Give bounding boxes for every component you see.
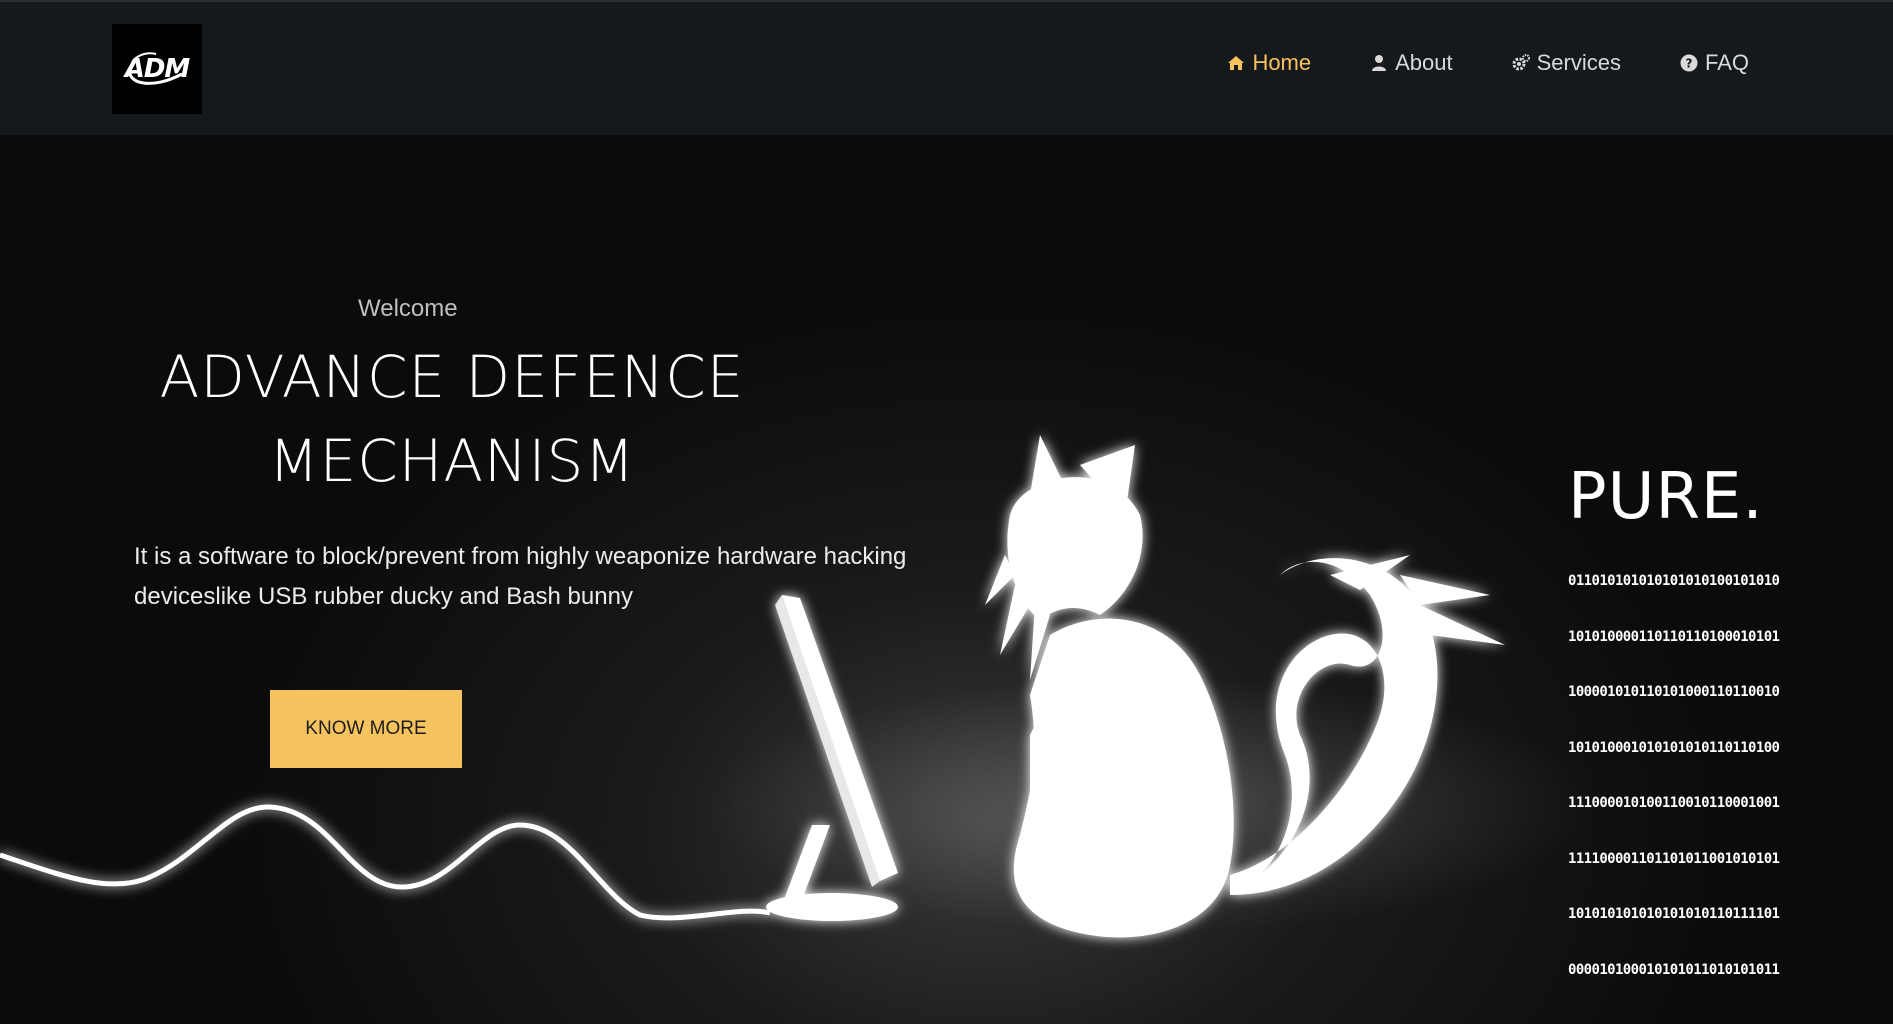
nav-services-label: Services [1536,50,1621,75]
binary-line: 000010100010101011010101011 [1568,961,1780,978]
nav-faq-label: FAQ [1704,50,1749,75]
hero-title-line-2: MECHANISM [268,427,636,495]
binary-line: 100001010110101000110110010 [1568,684,1780,700]
hero-section: Welcome ADVANCE DEFENCE MECHANISM It is … [0,135,1893,1024]
user-icon [1372,55,1387,71]
monitor [766,595,898,921]
hero-description: It is a software to block/prevent from h… [134,543,907,610]
fox-silhouette [985,435,1505,938]
nav-services[interactable]: Services [1511,50,1621,76]
nav-faq[interactable]: ? FAQ [1679,50,1749,76]
logo-swoosh-icon [128,52,183,85]
main-nav: Home About Services ? FAQ [1226,50,1749,76]
nav-home-label: Home [1252,50,1312,75]
binary-line: 101010000110110110100010101 [1568,628,1780,645]
hero-title-line-1: ADVANCE DEFENCE [159,343,745,411]
cable-wave [0,804,771,921]
nav-about[interactable]: About [1369,50,1453,76]
nav-home[interactable]: Home [1226,50,1311,76]
binary-line: 111100001101101011001010101 [1568,850,1780,867]
binary-block: 011010101010101010100101010 101010000110… [1568,535,1813,1016]
welcome-text: Welcome [358,295,458,322]
question-circle-icon: ? [1680,54,1698,72]
binary-line: 101010101010101010110111101 [1568,906,1780,922]
binary-line: 101010001010101010110110100 [1568,739,1780,756]
svg-text:?: ? [1686,57,1693,71]
nav-about-label: About [1395,50,1453,75]
hero-title: ADVANCE DEFENCE MECHANISM [132,335,772,503]
home-icon [1228,56,1245,70]
navbar: ADM Home About Services ? FAQ [0,0,1893,135]
binary-line: 111000010100110010110001001 [1568,795,1780,811]
gears-icon [1512,54,1530,71]
pure-text: PURE. [1568,460,1764,534]
know-more-button[interactable]: KNOW MORE [270,690,462,768]
binary-line: 011010101010101010100101010 [1568,573,1780,589]
